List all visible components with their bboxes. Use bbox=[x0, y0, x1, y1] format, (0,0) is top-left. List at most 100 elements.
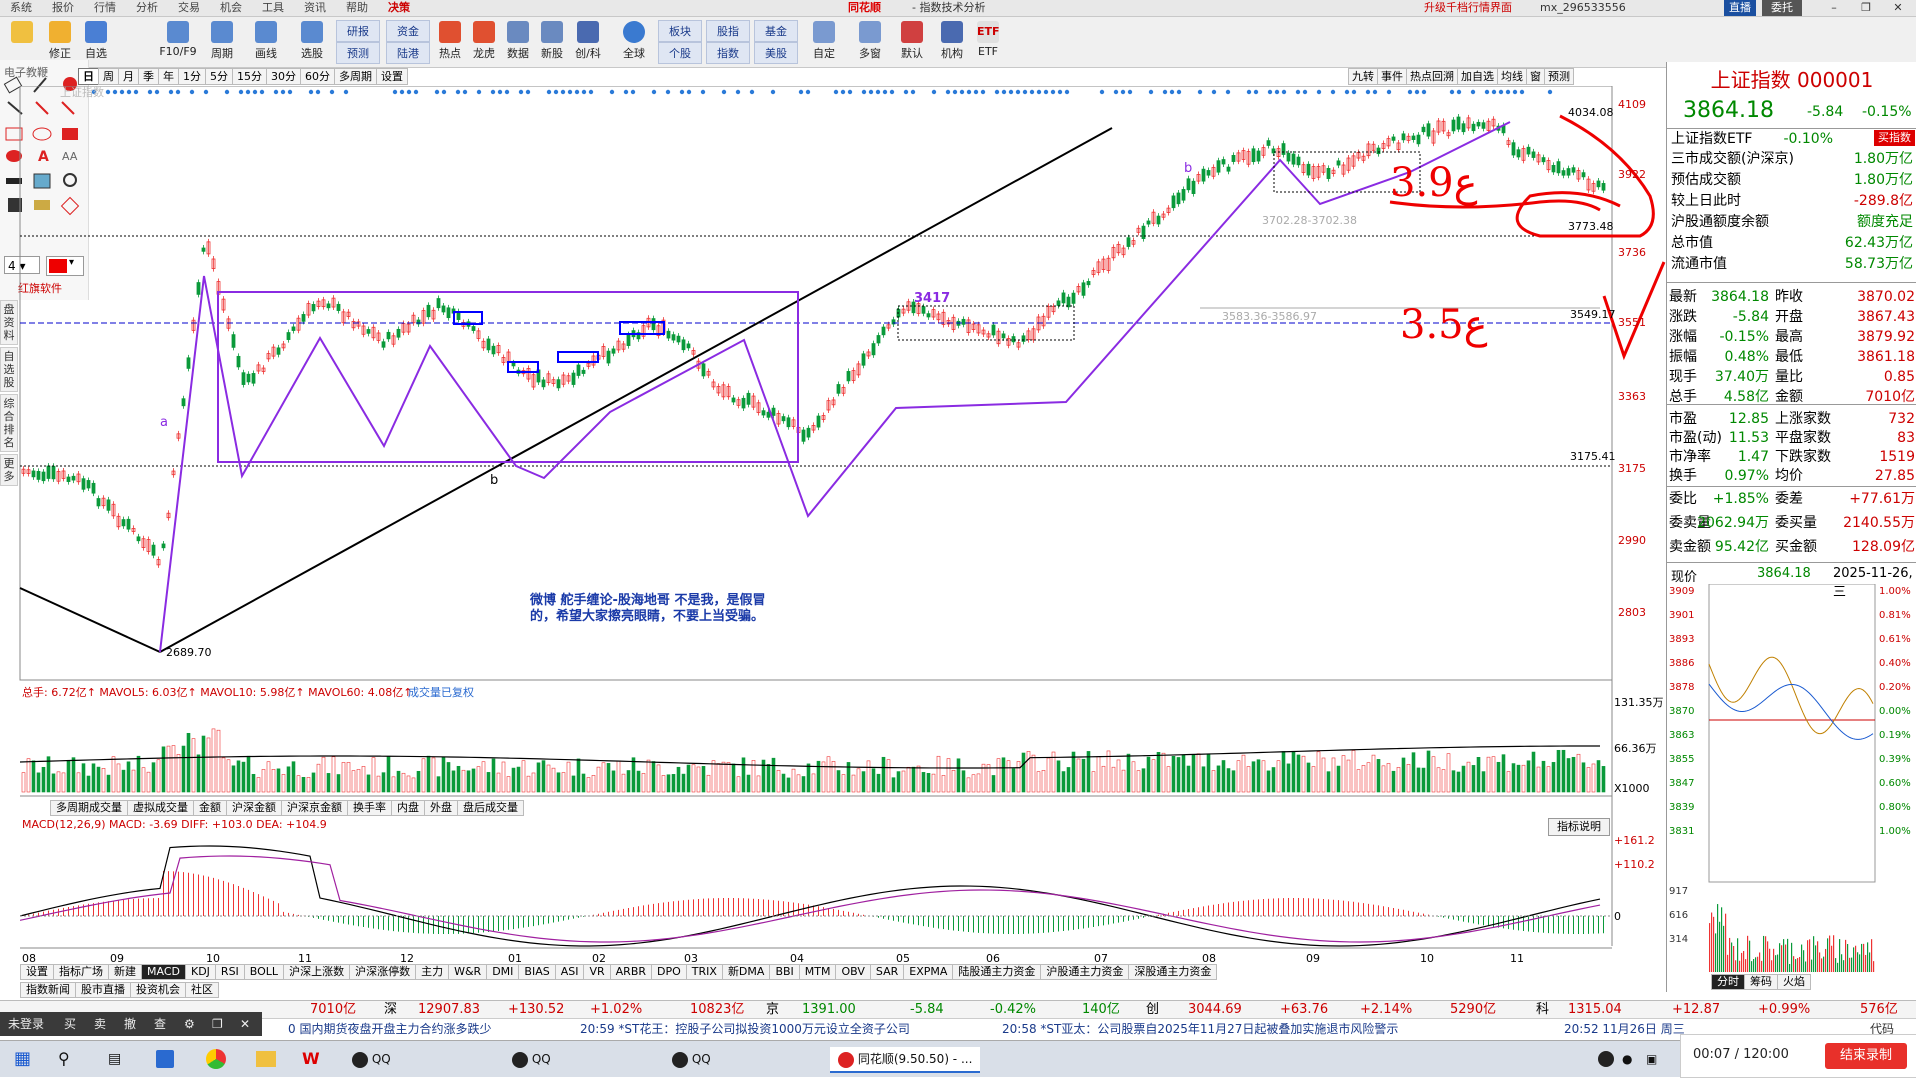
vtab-multi[interactable]: 多周期成交量 bbox=[50, 800, 128, 816]
tray-screen-icon[interactable]: ▣ bbox=[1646, 1047, 1657, 1071]
period-60min[interactable]: 60分 bbox=[300, 68, 335, 85]
mtab-chips[interactable]: 筹码 bbox=[1744, 974, 1778, 990]
task-view-icon[interactable]: ▤ bbox=[108, 1047, 121, 1071]
itab-mtm[interactable]: MTM bbox=[798, 964, 837, 980]
toolbar-period[interactable]: 周期 bbox=[200, 19, 244, 65]
itab-bbi[interactable]: BBI bbox=[769, 964, 800, 980]
menu-trade[interactable]: 交易 bbox=[168, 0, 210, 16]
period-year[interactable]: 年 bbox=[158, 68, 179, 85]
menu-help[interactable]: 帮助 bbox=[336, 0, 378, 16]
indicator-explain-button[interactable]: 指标说明 bbox=[1548, 818, 1610, 836]
toolbar-draw[interactable]: 画线 bbox=[244, 19, 288, 65]
ntab-index-news[interactable]: 指数新闻 bbox=[20, 982, 76, 998]
period-multi[interactable]: 多周期 bbox=[334, 68, 377, 85]
toolbar-stock[interactable]: 个股 bbox=[658, 42, 702, 64]
mtab-flame[interactable]: 火焰 bbox=[1777, 974, 1811, 990]
query-button[interactable]: 查 bbox=[154, 1012, 166, 1036]
toolbar-etf[interactable]: ETF ETF bbox=[966, 19, 1010, 65]
tab-events[interactable]: 事件 bbox=[1377, 68, 1407, 85]
buy-button[interactable]: 买 bbox=[64, 1012, 76, 1036]
cancel-order-button[interactable]: 撤 bbox=[124, 1012, 136, 1036]
period-5min[interactable]: 5分 bbox=[205, 68, 233, 85]
itab-limitup-count[interactable]: 沪深涨停数 bbox=[349, 964, 417, 980]
period-settings[interactable]: 设置 bbox=[376, 68, 408, 85]
vtab-afterhours[interactable]: 盘后成交量 bbox=[457, 800, 524, 816]
period-1min[interactable]: 1分 bbox=[178, 68, 206, 85]
tab-predict[interactable]: 预测 bbox=[1544, 68, 1574, 85]
wps-icon[interactable]: W bbox=[302, 1047, 320, 1071]
tab-ma[interactable]: 均线 bbox=[1497, 68, 1527, 85]
itab-sar[interactable]: SAR bbox=[869, 964, 905, 980]
tab-add-watch[interactable]: 加自选 bbox=[1457, 68, 1498, 85]
live-button[interactable]: 直播 bbox=[1724, 0, 1756, 16]
news-item-2[interactable]: 20:59 *ST花王：控股子公司拟投资1000万元设立全资子公司 bbox=[580, 1019, 910, 1039]
sell-button[interactable]: 卖 bbox=[94, 1012, 106, 1036]
vtab-amount[interactable]: 金额 bbox=[193, 800, 227, 816]
menu-market[interactable]: 行情 bbox=[84, 0, 126, 16]
itab-asi[interactable]: ASI bbox=[554, 964, 585, 980]
chrome-icon[interactable] bbox=[206, 1049, 226, 1069]
toolbar-futures[interactable]: 股指 bbox=[706, 20, 750, 42]
end-recording-button[interactable]: 结束录制 bbox=[1825, 1043, 1907, 1069]
taskbar-qq-3[interactable]: QQ bbox=[672, 1047, 711, 1071]
period-month[interactable]: 月 bbox=[118, 68, 139, 85]
period-week[interactable]: 周 bbox=[98, 68, 119, 85]
toolbar-funds[interactable]: 资金 bbox=[386, 20, 430, 42]
menu-analysis[interactable]: 分析 bbox=[126, 0, 168, 16]
itab-square[interactable]: 指标广场 bbox=[53, 964, 109, 980]
account-name[interactable]: mx_296533556 bbox=[1540, 0, 1626, 16]
toolbar-watchlist[interactable]: 自选 bbox=[74, 19, 118, 65]
vtab-turnover[interactable]: 换手率 bbox=[347, 800, 392, 816]
menu-system[interactable]: 系统 bbox=[0, 0, 42, 16]
menu-quote[interactable]: 报价 bbox=[42, 0, 84, 16]
tray-qq-icon[interactable] bbox=[1598, 1051, 1614, 1067]
itab-newdma[interactable]: 新DMA bbox=[721, 964, 771, 980]
period-day[interactable]: 日 bbox=[78, 68, 99, 85]
toolbar-hkconnect[interactable]: 陆港 bbox=[386, 42, 430, 64]
toolbar-f10[interactable]: F10/F9 bbox=[156, 19, 200, 65]
itab-boll[interactable]: BOLL bbox=[243, 964, 285, 980]
taskbar-qq-2[interactable]: QQ bbox=[512, 1047, 551, 1071]
app-icon-1[interactable] bbox=[156, 1050, 174, 1068]
taskbar-qq-1[interactable]: QQ bbox=[352, 1047, 391, 1071]
windows-start-icon[interactable]: ▦ bbox=[14, 1047, 31, 1071]
mtab-intraday[interactable]: 分时 bbox=[1711, 974, 1745, 990]
itab-dpo[interactable]: DPO bbox=[651, 964, 687, 980]
toolbar-sector[interactable]: 板块 bbox=[658, 20, 702, 42]
buy-index-button[interactable]: 买指数 bbox=[1874, 130, 1915, 146]
login-status[interactable]: 未登录 bbox=[8, 1012, 44, 1036]
close-trade-icon[interactable]: ✕ bbox=[240, 1012, 250, 1036]
vtab-hs-amount[interactable]: 沪深金额 bbox=[226, 800, 282, 816]
tab-nine-turn[interactable]: 九转 bbox=[1348, 68, 1378, 85]
toolbar-star-market[interactable]: 创/科 bbox=[566, 19, 610, 65]
toolbar-default[interactable]: 默认 bbox=[890, 19, 934, 65]
menu-tools[interactable]: 工具 bbox=[252, 0, 294, 16]
itab-rsi[interactable]: RSI bbox=[214, 964, 245, 980]
itab-obv[interactable]: OBV bbox=[835, 964, 871, 980]
toolbar-us-stock[interactable]: 美股 bbox=[754, 42, 798, 64]
invest-button[interactable]: 委托 bbox=[1762, 0, 1802, 16]
toolbar-forecast[interactable]: 预测 bbox=[336, 42, 380, 64]
itab-bias[interactable]: BIAS bbox=[518, 964, 556, 980]
settings-icon[interactable]: ⚙ bbox=[184, 1012, 195, 1036]
menu-decision[interactable]: 决策 bbox=[378, 0, 420, 16]
tab-hot-review[interactable]: 热点回溯 bbox=[1406, 68, 1458, 85]
itab-lgt[interactable]: 陆股通主力资金 bbox=[952, 964, 1042, 980]
itab-up-count[interactable]: 沪深上涨数 bbox=[283, 964, 351, 980]
itab-trix[interactable]: TRIX bbox=[685, 964, 723, 980]
itab-kdj[interactable]: KDJ bbox=[184, 964, 216, 980]
itab-main[interactable]: 主力 bbox=[415, 964, 450, 980]
intraday-chart[interactable]: 3909 3901 3893 3886 3878 3870 3863 3855 3847 3839… bbox=[1667, 584, 1916, 974]
window-icon[interactable]: ❐ bbox=[212, 1012, 223, 1036]
vtab-outer[interactable]: 外盘 bbox=[424, 800, 458, 816]
toolbar-fund[interactable]: 基金 bbox=[754, 20, 798, 42]
tab-window[interactable]: 窗 bbox=[1526, 68, 1545, 85]
period-15min[interactable]: 15分 bbox=[232, 68, 267, 85]
restore-icon[interactable]: ❐ bbox=[1852, 0, 1880, 16]
upgrade-link[interactable]: 升级千档行情界面 bbox=[1424, 0, 1512, 16]
news-item-4[interactable]: 20:52 11月26日 周三 bbox=[1564, 1019, 1685, 1039]
toolbar-multiwindow[interactable]: 多窗 bbox=[848, 19, 892, 65]
toolbar-research[interactable]: 研报 bbox=[336, 20, 380, 42]
toolbar-global[interactable]: 全球 bbox=[612, 19, 656, 65]
news-item-1[interactable]: 0 国内期货夜盘开盘主力合约涨多跌少 bbox=[288, 1019, 491, 1039]
